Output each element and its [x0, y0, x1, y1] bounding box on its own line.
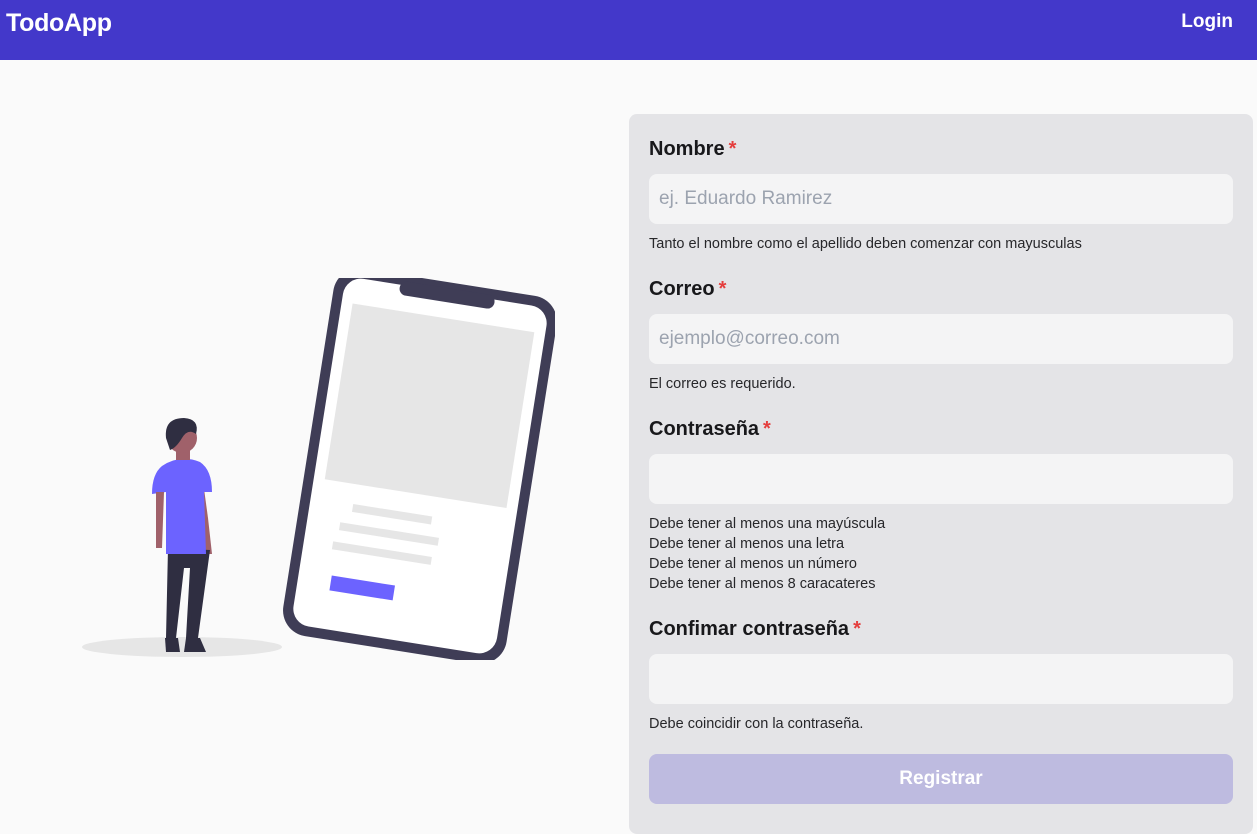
- password-hint-letter: Debe tener al menos una letra: [649, 536, 845, 552]
- register-button[interactable]: Registrar: [649, 754, 1233, 804]
- confirm-password-label: Confimar contraseña *: [649, 618, 861, 640]
- password-hint-uppercase: Debe tener al menos una mayúscula: [649, 516, 886, 532]
- required-mark: *: [728, 138, 737, 160]
- confirm-password-input[interactable]: [649, 654, 1233, 704]
- email-hint: El correo es requerido.: [649, 376, 796, 392]
- name-label: Nombre *: [649, 138, 737, 160]
- person-with-phone-illustration: [82, 278, 555, 660]
- password-hint-number: Debe tener al menos un número: [649, 556, 857, 572]
- register-form: Nombre* Tanto el nombre como el apellido…: [629, 114, 1253, 834]
- phone-icon: [283, 278, 555, 660]
- name-input[interactable]: [649, 174, 1233, 224]
- required-mark: *: [763, 418, 771, 440]
- navbar: TodoApp Login: [0, 0, 1257, 60]
- brand-logo[interactable]: TodoApp: [6, 9, 112, 38]
- password-hint-length: Debe tener al menos 8 caracateres: [649, 576, 876, 592]
- required-mark: *: [853, 618, 861, 640]
- confirm-password-hint: Debe coincidir con la contraseña.: [649, 716, 864, 732]
- name-hint: Tanto el nombre como el apellido deben c…: [649, 236, 1082, 252]
- email-input[interactable]: [649, 314, 1233, 364]
- floor-shadow: [82, 637, 282, 657]
- required-mark: *: [718, 278, 727, 300]
- password-label: Contraseña *: [649, 418, 771, 440]
- login-link[interactable]: Login: [1181, 11, 1233, 33]
- person-figure: [152, 418, 212, 652]
- email-label: Correo *: [649, 278, 727, 300]
- password-input[interactable]: [649, 454, 1233, 504]
